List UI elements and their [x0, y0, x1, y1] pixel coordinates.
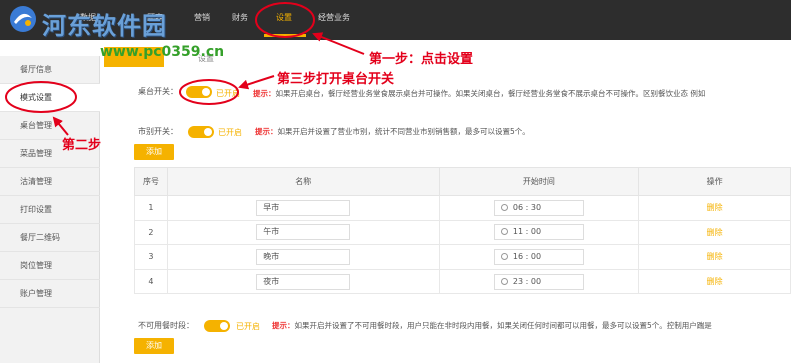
start-time-value: 06 : 30 — [512, 202, 542, 212]
annotation-step3: 第三步打开桌台开关 — [277, 72, 395, 87]
tip-label: 提示： — [255, 127, 278, 136]
market-switch-tip: 提示：如果开启并设置了营业市别，统计不同营业市别销售额，最多可以设置5个。 — [255, 126, 530, 137]
sidebar-item-print[interactable]: 打印设置 — [0, 196, 100, 224]
period-name-input[interactable]: 晚市 — [256, 248, 351, 265]
col-header-no: 序号 — [134, 167, 168, 196]
nav-item-marketing[interactable]: 营销 — [194, 12, 210, 23]
sidebar-item-positions[interactable]: 岗位管理 — [0, 252, 100, 280]
clock-icon — [500, 277, 508, 285]
watermark-url: www.pc0359.cn — [100, 44, 225, 60]
add-no-dining-button[interactable]: 添加 — [134, 338, 174, 354]
col-header-name: 名称 — [166, 167, 440, 196]
table-row: 1 早市 06 : 30 删除 — [134, 195, 791, 221]
tip-text: 如果开启桌台，餐厅经营业务堂食展示桌台并可操作。如果关闭桌台，餐厅经营业务堂食不… — [275, 89, 706, 98]
col-header-start-time: 开始时间 — [438, 167, 640, 196]
logo-icon — [10, 6, 36, 32]
tip-text: 如果开启并设置了营业市别，统计不同营业市别销售额，最多可以设置5个。 — [277, 127, 530, 136]
row-no: 4 — [134, 268, 168, 295]
table-row: 3 晚市 16 : 00 删除 — [134, 244, 791, 270]
start-time-value: 23 : 00 — [512, 276, 542, 286]
period-name-input[interactable]: 午市 — [256, 224, 351, 241]
start-time-value: 16 : 00 — [512, 251, 542, 261]
clock-icon — [500, 252, 508, 260]
table-switch-toggle[interactable] — [186, 86, 212, 98]
delete-link[interactable]: 删除 — [707, 228, 723, 237]
row-no: 3 — [134, 244, 168, 270]
nav-item-business[interactable]: 经营业务 — [318, 12, 350, 23]
table-row: 4 夜市 23 : 00 删除 — [134, 268, 791, 295]
delete-link[interactable]: 删除 — [707, 203, 723, 212]
table-switch-label: 桌台开关： — [138, 87, 178, 96]
no-dining-switch-toggle[interactable] — [204, 320, 230, 332]
no-dining-switch-label: 不可用餐时段： — [138, 321, 194, 330]
tip-label: 提示： — [253, 89, 276, 98]
period-name-input[interactable]: 早市 — [256, 199, 351, 216]
start-time-input[interactable]: 16 : 00 — [493, 248, 584, 265]
no-dining-switch-tip: 提示：如果开启并设置了不可用餐时段，用户只能在非时段内用餐，如果关闭任何时间都可… — [272, 320, 712, 331]
sidebar: 餐厅信息 模式设置 桌台管理 菜品管理 沽清管理 打印设置 餐厅二维码 岗位管理… — [0, 56, 100, 363]
nav-item-finance[interactable]: 财务 — [232, 12, 248, 23]
start-time-input[interactable]: 11 : 00 — [493, 224, 584, 241]
tip-label: 提示： — [272, 321, 295, 330]
table-switch-state: 已开启 — [216, 89, 240, 98]
nav-active-indicator — [264, 34, 306, 37]
table-switch-tip: 提示：如果开启桌台，餐厅经营业务堂食展示桌台并可操作。如果关闭桌台，餐厅经营业务… — [253, 88, 705, 99]
sidebar-item-mode-settings[interactable]: 模式设置 — [0, 84, 100, 112]
add-market-button[interactable]: 添加 — [134, 144, 174, 160]
market-switch-toggle[interactable] — [188, 126, 214, 138]
row-no: 2 — [134, 219, 168, 246]
col-header-actions: 操作 — [638, 167, 791, 196]
annotation-step1: 第一步：点击设置 — [369, 52, 474, 67]
delete-link[interactable]: 删除 — [707, 252, 723, 261]
start-time-value: 11 : 00 — [512, 227, 542, 237]
nav-item-settings[interactable]: 设置 — [276, 12, 292, 23]
annotation-step2: 第二步 — [62, 138, 102, 153]
sidebar-item-soldout[interactable]: 沽清管理 — [0, 168, 100, 196]
period-name-input[interactable]: 夜市 — [256, 273, 351, 290]
start-time-input[interactable]: 23 : 00 — [493, 273, 584, 290]
no-dining-switch-state: 已开启 — [236, 322, 260, 331]
table-row: 2 午市 11 : 00 删除 — [134, 219, 791, 246]
market-periods-table: 序号 名称 开始时间 操作 1 早市 06 : 30 删除 2 午市 11 : … — [134, 167, 791, 295]
step3-arrow — [238, 75, 275, 90]
watermark-title: 河东软件园 — [42, 11, 167, 40]
market-switch-label: 市别开关： — [138, 127, 178, 136]
sidebar-item-restaurant-info[interactable]: 餐厅信息 — [0, 56, 100, 84]
row-no: 1 — [134, 195, 168, 221]
delete-link[interactable]: 删除 — [707, 277, 723, 286]
clock-icon — [500, 228, 508, 236]
clock-icon — [500, 203, 508, 211]
market-switch-state: 已开启 — [218, 128, 242, 137]
sidebar-item-qrcode[interactable]: 餐厅二维码 — [0, 224, 100, 252]
tip-text: 如果开启并设置了不可用餐时段，用户只能在非时段内用餐，如果关闭任何时间都可以用餐… — [294, 321, 712, 330]
start-time-input[interactable]: 06 : 30 — [493, 199, 584, 216]
sidebar-item-accounts[interactable]: 账户管理 — [0, 280, 100, 308]
